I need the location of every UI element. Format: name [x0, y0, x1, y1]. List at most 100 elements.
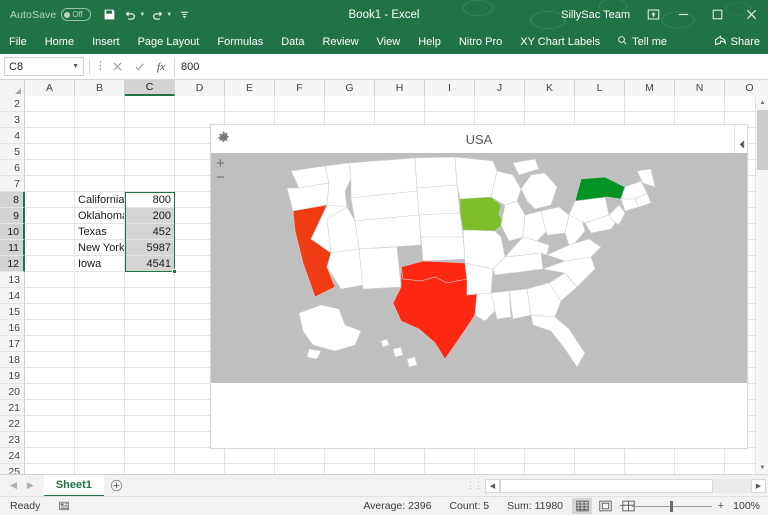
cell-J25[interactable] [475, 464, 525, 474]
cell-J24[interactable] [475, 448, 525, 464]
cell-E2[interactable] [225, 96, 275, 112]
cell-A13[interactable] [25, 272, 75, 288]
tell-me-box[interactable]: Tell me [609, 29, 676, 54]
row-header-14[interactable]: 14 [0, 288, 25, 304]
vertical-scroll-thumb[interactable] [757, 110, 768, 170]
row-header-22[interactable]: 22 [0, 416, 25, 432]
select-all-button[interactable] [0, 80, 25, 96]
cell-C24[interactable] [125, 448, 175, 464]
zoom-in-button[interactable]: + [718, 500, 724, 512]
row-header-11[interactable]: 11 [0, 240, 25, 256]
cell-D2[interactable] [175, 96, 225, 112]
cell-C8[interactable]: 800 [125, 192, 175, 208]
map-chart-panel[interactable]: USA + − [210, 124, 748, 449]
cell-A11[interactable] [25, 240, 75, 256]
cancel-icon[interactable] [106, 57, 128, 77]
cell-E25[interactable] [225, 464, 275, 474]
horizontal-scroll-thumb[interactable] [500, 478, 713, 493]
column-header-h[interactable]: H [375, 80, 425, 96]
cell-A8[interactable] [25, 192, 75, 208]
scrollbar-grip[interactable]: ⋮⋮ [466, 480, 483, 491]
cell-A14[interactable] [25, 288, 75, 304]
zoom-slider[interactable] [631, 499, 712, 513]
add-sheet-button[interactable] [104, 479, 130, 492]
zoom-level-label[interactable]: 100% [730, 500, 760, 512]
zoom-slider-thumb[interactable] [669, 500, 673, 512]
cell-A25[interactable] [25, 464, 75, 474]
tab-file[interactable]: File [0, 29, 36, 54]
cell-C20[interactable] [125, 384, 175, 400]
row-header-2[interactable]: 2 [0, 96, 25, 112]
cell-C10[interactable]: 452 [125, 224, 175, 240]
prev-arrow-icon[interactable]: ◀ [10, 480, 17, 491]
cell-G2[interactable] [325, 96, 375, 112]
cell-B15[interactable] [75, 304, 125, 320]
cell-A2[interactable] [25, 96, 75, 112]
row-header-21[interactable]: 21 [0, 400, 25, 416]
row-header-19[interactable]: 19 [0, 368, 25, 384]
next-arrow-icon[interactable]: ▶ [27, 480, 34, 491]
column-header-g[interactable]: G [325, 80, 375, 96]
cell-H25[interactable] [375, 464, 425, 474]
column-header-o[interactable]: O [725, 80, 768, 96]
row-header-23[interactable]: 23 [0, 432, 25, 448]
tab-review[interactable]: Review [313, 29, 367, 54]
cell-A22[interactable] [25, 416, 75, 432]
cell-B22[interactable] [75, 416, 125, 432]
cell-A15[interactable] [25, 304, 75, 320]
cell-A23[interactable] [25, 432, 75, 448]
cell-B18[interactable] [75, 352, 125, 368]
cell-F24[interactable] [275, 448, 325, 464]
save-icon[interactable] [100, 5, 119, 24]
column-header-f[interactable]: F [275, 80, 325, 96]
scroll-down-arrow-icon[interactable]: ▼ [756, 461, 768, 474]
tab-home[interactable]: Home [36, 29, 83, 54]
tab-formulas[interactable]: Formulas [208, 29, 272, 54]
cell-C14[interactable] [125, 288, 175, 304]
cell-C25[interactable] [125, 464, 175, 474]
cell-H24[interactable] [375, 448, 425, 464]
tab-xy-chart-labels[interactable]: XY Chart Labels [511, 29, 609, 54]
row-header-20[interactable]: 20 [0, 384, 25, 400]
cell-G25[interactable] [325, 464, 375, 474]
cell-K2[interactable] [525, 96, 575, 112]
fill-handle[interactable] [172, 269, 177, 274]
tab-view[interactable]: View [368, 29, 410, 54]
normal-view-icon[interactable] [572, 498, 592, 514]
row-header-16[interactable]: 16 [0, 320, 25, 336]
cell-G24[interactable] [325, 448, 375, 464]
minimize-button[interactable] [666, 0, 700, 29]
cell-A4[interactable] [25, 128, 75, 144]
row-header-6[interactable]: 6 [0, 160, 25, 176]
cell-C21[interactable] [125, 400, 175, 416]
row-header-5[interactable]: 5 [0, 144, 25, 160]
cell-C12[interactable]: 4541 [125, 256, 175, 272]
cell-B9[interactable]: Oklahoma [75, 208, 125, 224]
page-layout-view-icon[interactable] [595, 498, 615, 514]
cell-K25[interactable] [525, 464, 575, 474]
cell-A9[interactable] [25, 208, 75, 224]
cell-B23[interactable] [75, 432, 125, 448]
cell-C17[interactable] [125, 336, 175, 352]
cell-M24[interactable] [625, 448, 675, 464]
cell-C22[interactable] [125, 416, 175, 432]
scroll-up-arrow-icon[interactable]: ▲ [756, 96, 768, 109]
row-header-9[interactable]: 9 [0, 208, 25, 224]
row-header-25[interactable]: 25 [0, 464, 25, 474]
cell-B6[interactable] [75, 160, 125, 176]
tab-help[interactable]: Help [409, 29, 450, 54]
cell-B16[interactable] [75, 320, 125, 336]
cell-A16[interactable] [25, 320, 75, 336]
cell-K24[interactable] [525, 448, 575, 464]
customize-qat-icon[interactable] [175, 5, 194, 24]
name-box[interactable]: C8 ▼ [4, 57, 84, 76]
scroll-right-arrow-icon[interactable]: ▶ [751, 478, 766, 493]
cell-A20[interactable] [25, 384, 75, 400]
cell-C5[interactable] [125, 144, 175, 160]
cell-M2[interactable] [625, 96, 675, 112]
column-header-d[interactable]: D [175, 80, 225, 96]
share-button[interactable]: Share [714, 29, 760, 54]
gear-icon[interactable] [217, 131, 230, 149]
cell-I2[interactable] [425, 96, 475, 112]
cell-E24[interactable] [225, 448, 275, 464]
